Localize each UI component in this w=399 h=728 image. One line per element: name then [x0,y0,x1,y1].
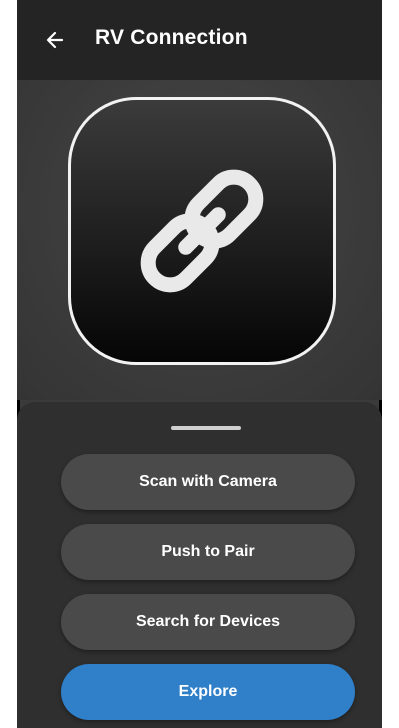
explore-button[interactable]: Explore [61,664,355,720]
back-button[interactable] [39,24,71,56]
page-title: RV Connection [95,26,248,49]
connection-app-icon [68,97,336,365]
link-icon [140,169,264,293]
drag-handle[interactable] [171,426,241,430]
arrow-left-icon [46,31,64,49]
bottom-sheet: Scan with Camera Push to Pair Search for… [17,402,382,728]
hero-section [17,80,382,400]
push-to-pair-button[interactable]: Push to Pair [61,524,355,580]
scan-with-camera-button[interactable]: Scan with Camera [61,454,355,510]
search-for-devices-button[interactable]: Search for Devices [61,594,355,650]
app-header: RV Connection [17,0,382,80]
app-screen: RV Connection Scan with Camera Push to P… [17,0,382,728]
